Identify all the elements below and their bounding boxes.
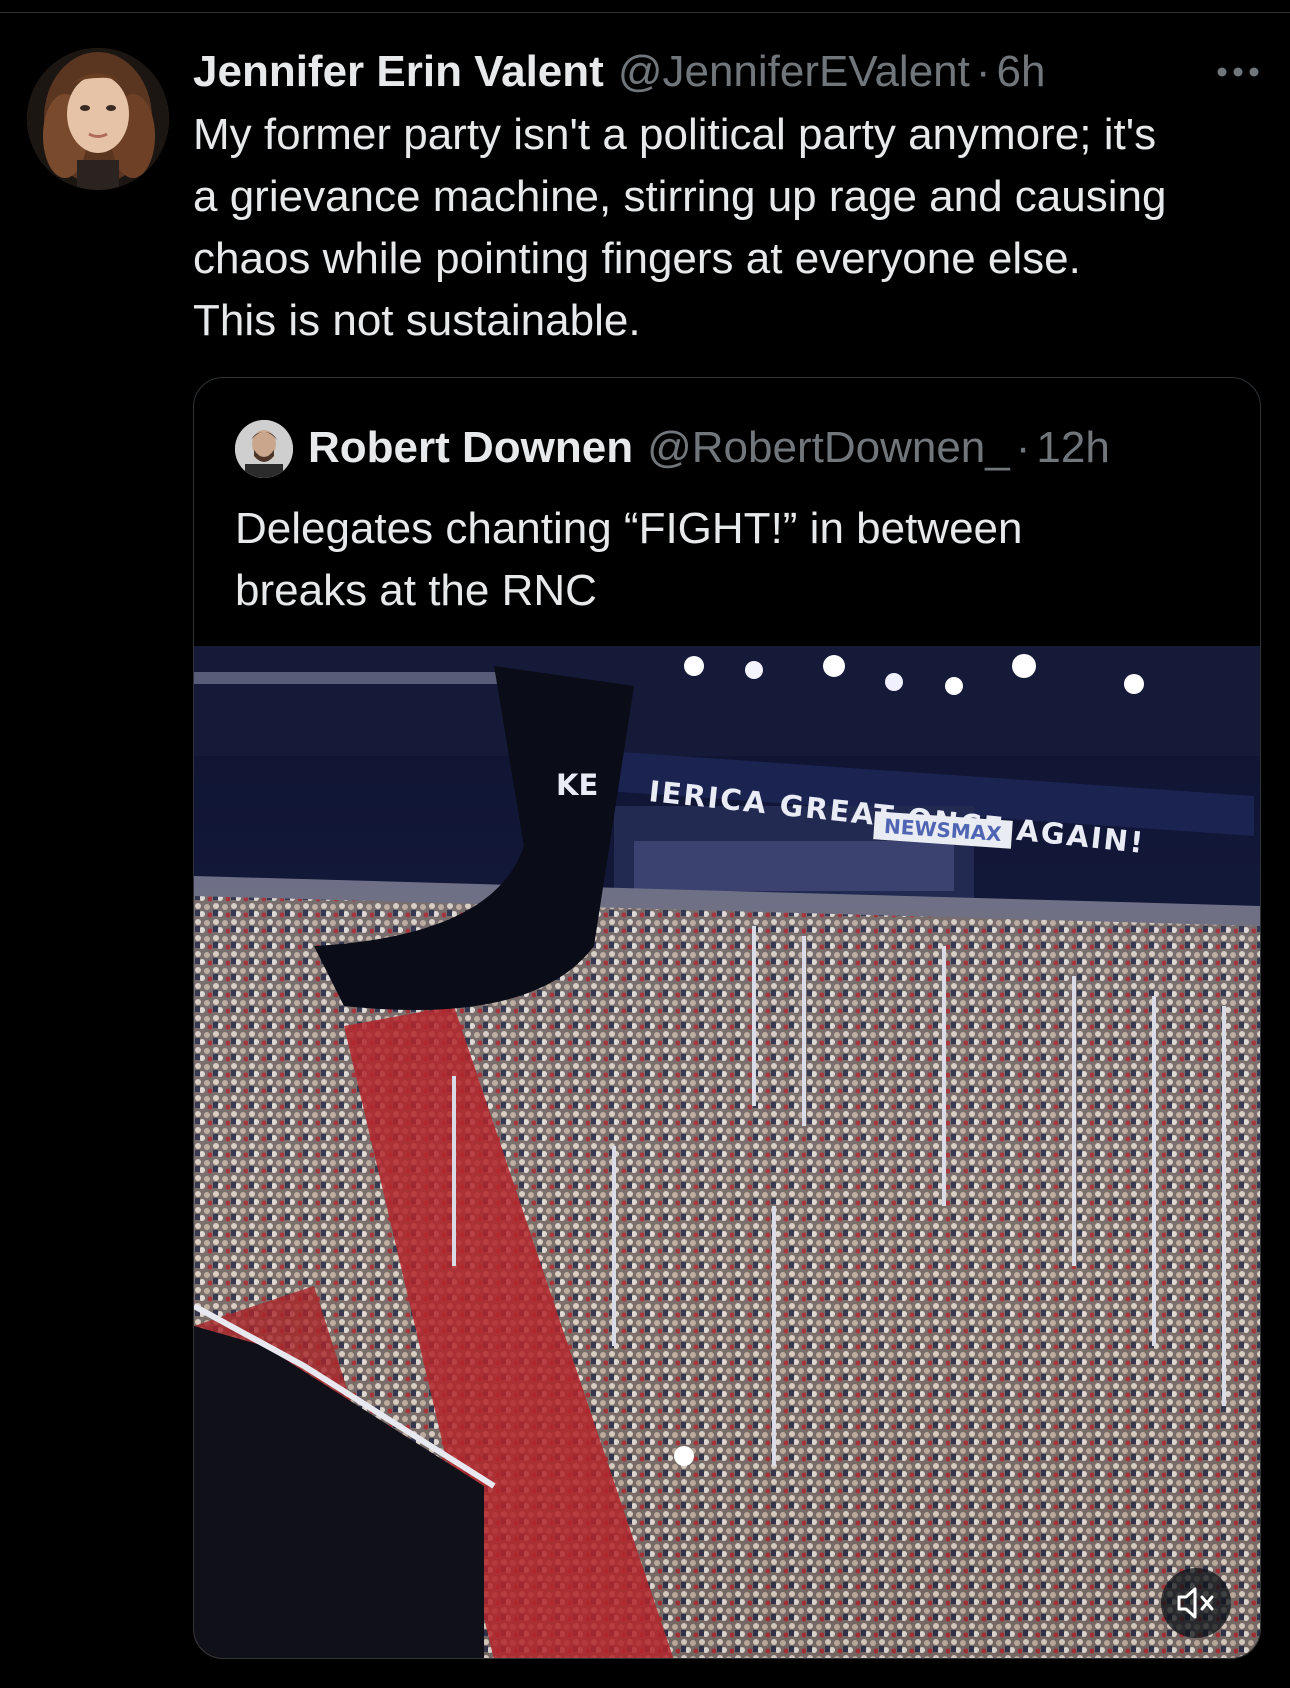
tweet-text: My former party isn't a political party … <box>193 104 1273 352</box>
quoted-author-handle[interactable]: @RobertDownen_ <box>647 423 1010 473</box>
author-display-name[interactable]: Jennifer Erin Valent <box>193 47 604 97</box>
top-divider <box>0 12 1290 13</box>
tweet-timestamp[interactable]: 6h <box>997 47 1046 97</box>
quoted-tweet-text-line: Delegates chanting “FIGHT!” in between <box>235 504 1023 553</box>
tweet-header: Jennifer Erin Valent @JenniferEValent · … <box>193 40 1045 104</box>
quoted-tweet-text: Delegates chanting “FIGHT!” in between b… <box>235 498 1235 622</box>
header-separator: · <box>975 47 991 96</box>
speaker-muted-icon <box>1177 1587 1214 1619</box>
more-options-button[interactable] <box>1208 52 1268 92</box>
tweet-text-line: chaos while pointing fingers at everyone… <box>193 234 1081 283</box>
tweet-text-line: This is not sustainable. <box>193 296 641 345</box>
quoted-author-avatar-image <box>235 420 293 478</box>
quoted-tweet-timestamp[interactable]: 12h <box>1036 423 1109 473</box>
quoted-author-display-name[interactable]: Robert Downen <box>308 423 633 473</box>
quoted-tweet-video[interactable]: KE IERICA GREAT ONCE AGAIN! NEWSMAX <box>194 646 1260 1658</box>
quoted-tweet-card[interactable]: Robert Downen @RobertDownen_ · 12h Deleg… <box>193 377 1261 1659</box>
author-avatar-image <box>27 48 169 190</box>
quoted-tweet-text-line: breaks at the RNC <box>235 566 597 615</box>
unmute-button[interactable] <box>1161 1568 1231 1638</box>
tweet-text-line: a grievance machine, stirring up rage an… <box>193 172 1167 221</box>
arena-banner-left-text: KE <box>556 768 599 802</box>
quoted-tweet-header: Robert Downen @RobertDownen_ · 12h <box>308 418 1110 478</box>
author-avatar[interactable] <box>27 48 169 190</box>
quoted-header-separator: · <box>1015 423 1031 472</box>
tweet-text-line: My former party isn't a political party … <box>193 110 1157 159</box>
quoted-author-avatar[interactable] <box>235 420 293 478</box>
author-handle[interactable]: @JenniferEValent <box>618 47 970 97</box>
ellipsis-icon <box>1217 67 1259 77</box>
